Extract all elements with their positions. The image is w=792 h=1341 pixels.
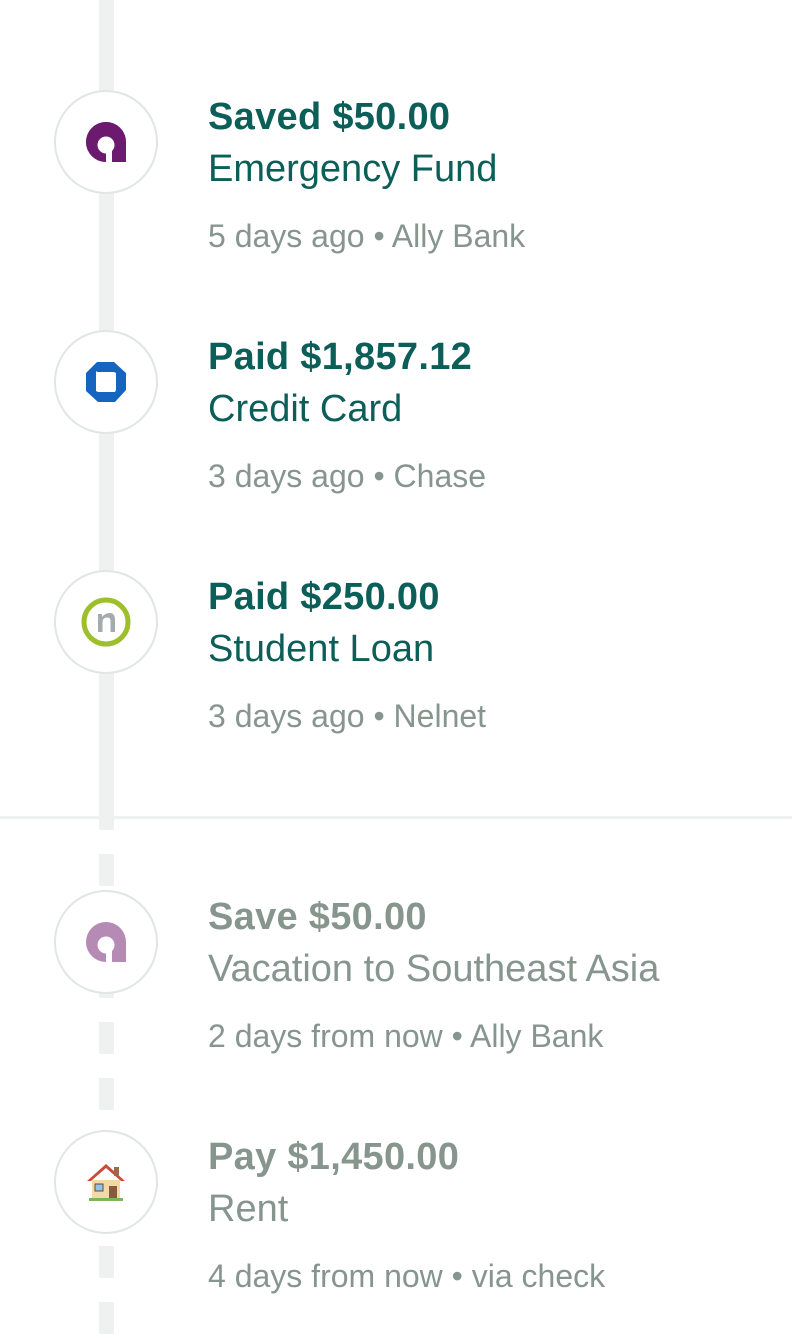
entry-separator: •: [373, 218, 385, 254]
ally-bank-glyph: [86, 122, 126, 162]
entry-source: Chase: [393, 458, 487, 494]
entry-source: Ally Bank: [391, 218, 526, 254]
entry-separator: •: [451, 1018, 463, 1054]
entry-meta: 5 days ago • Ally Bank: [208, 218, 525, 255]
entry-when: 5 days ago: [208, 218, 365, 254]
house-icon: [54, 1130, 158, 1234]
entry-when: 4 days from now: [208, 1258, 443, 1294]
entry-separator: •: [451, 1258, 463, 1294]
entry-separator: •: [373, 698, 385, 734]
ally-bank-logo-icon: [54, 890, 158, 994]
entry-category: Vacation to Southeast Asia: [208, 948, 660, 990]
entry-headline: Pay $1,450.00: [208, 1136, 460, 1178]
entry-meta: 3 days ago • Nelnet: [208, 698, 486, 735]
entry-category: Rent: [208, 1188, 289, 1230]
entry-headline: Saved $50.00: [208, 96, 451, 138]
ally-bank-glyph: [86, 922, 126, 962]
timeline-entry-rent[interactable]: Pay $1,450.00 Rent 4 days from now • via…: [0, 1130, 792, 1330]
nelnet-logo-icon: [54, 570, 158, 674]
timeline-entry-credit-card[interactable]: Paid $1,857.12 Credit Card 3 days ago • …: [0, 330, 792, 530]
entry-meta: 3 days ago • Chase: [208, 458, 486, 495]
timeline-entry-vacation[interactable]: Save $50.00 Vacation to Southeast Asia 2…: [0, 890, 792, 1090]
entry-meta: 2 days from now • Ally Bank: [208, 1018, 603, 1055]
entry-category: Emergency Fund: [208, 148, 498, 190]
entry-when: 3 days ago: [208, 458, 365, 494]
section-divider: [0, 816, 792, 819]
entry-source: via check: [471, 1258, 606, 1294]
nelnet-glyph: [81, 597, 131, 647]
entry-meta: 4 days from now • via check: [208, 1258, 605, 1295]
entry-when: 2 days from now: [208, 1018, 443, 1054]
entry-headline: Paid $250.00: [208, 576, 440, 618]
chase-logo-icon: [54, 330, 158, 434]
entry-when: 3 days ago: [208, 698, 365, 734]
entry-headline: Save $50.00: [208, 896, 427, 938]
house-glyph: [87, 1164, 125, 1201]
entry-source: Nelnet: [393, 698, 487, 734]
chase-octagon-glyph: [86, 362, 126, 402]
entry-headline: Paid $1,857.12: [208, 336, 473, 378]
ally-bank-logo-icon: [54, 90, 158, 194]
entry-separator: •: [373, 458, 385, 494]
entry-category: Credit Card: [208, 388, 403, 430]
entry-source: Ally Bank: [469, 1018, 604, 1054]
entry-category: Student Loan: [208, 628, 435, 670]
timeline-entry-emergency-fund[interactable]: Saved $50.00 Emergency Fund 5 days ago •…: [0, 90, 792, 290]
timeline-entry-student-loan[interactable]: Paid $250.00 Student Loan 3 days ago • N…: [0, 570, 792, 770]
